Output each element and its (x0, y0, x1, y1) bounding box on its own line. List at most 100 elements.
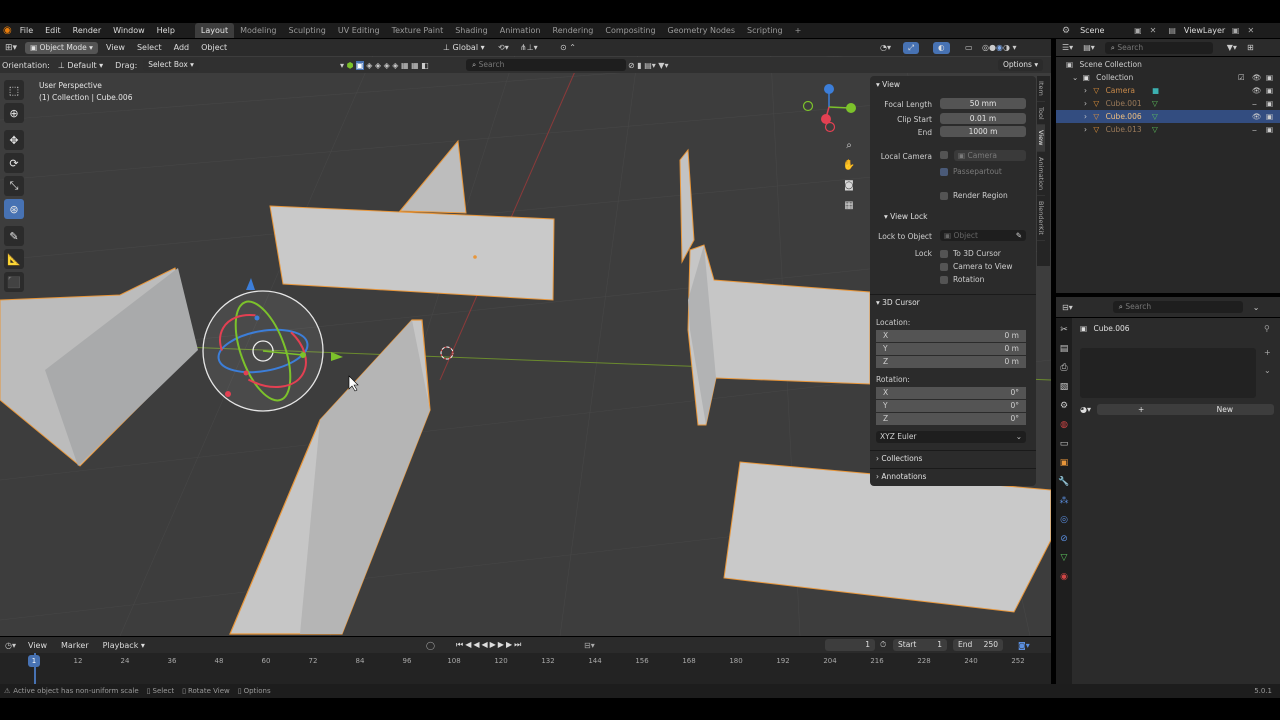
camera-to-view-checkbox[interactable]: Camera to View (940, 262, 1013, 271)
tab-texture-paint[interactable]: Texture Paint (386, 23, 450, 38)
cursor-location-x[interactable]: X 0 m (876, 330, 1026, 342)
material-tab-icon[interactable]: ◉ (1057, 570, 1071, 584)
constraints-tab-icon[interactable]: ⊘ (1057, 532, 1071, 546)
record-icon[interactable]: ◯ (426, 641, 435, 650)
new-material-button[interactable]: + New (1097, 404, 1274, 415)
scale-tool-icon[interactable]: ⤡ (4, 176, 24, 196)
object-tab-icon[interactable]: ▣ (1057, 456, 1071, 470)
select-box-tool-icon[interactable]: ⬚ (4, 80, 24, 100)
local-camera-field[interactable]: ▣ Camera (954, 150, 1026, 161)
view-layer-icon[interactable]: ▤ (1168, 26, 1176, 35)
camera-render-icon[interactable]: ▣ (1266, 123, 1273, 136)
rotation-mode-dropdown[interactable]: XYZ Euler ⌄ (876, 431, 1026, 443)
current-frame-field[interactable]: 1 (825, 639, 875, 651)
cursor-location-z[interactable]: Z 0 m (876, 356, 1026, 368)
options-dropdown[interactable]: Options ▾ (998, 59, 1044, 71)
tab-geometry-nodes[interactable]: Geometry Nodes (662, 23, 741, 38)
cursor-location-y[interactable]: Y 0 m (876, 343, 1026, 355)
outliner-editor-icon[interactable]: ☰▾ (1062, 43, 1073, 52)
filter-icon[interactable]: ▼▾ (1227, 43, 1237, 52)
properties-search-input[interactable]: ⌕ Search (1112, 301, 1243, 313)
blender-logo-icon[interactable]: ◉ (3, 25, 12, 36)
viewport-search-input[interactable]: ⌕ Search (466, 59, 626, 71)
hidden-eye-icon[interactable]: ⌣ (1252, 123, 1257, 136)
chevron-down-icon[interactable]: ⌄ (1253, 303, 1260, 312)
filter-icons[interactable]: ⊘ ▮ ▤▾ ▼▾ (628, 61, 668, 70)
mode-dropdown[interactable]: ▣ Object Mode ▾ (25, 41, 98, 54)
world-tab-icon[interactable]: ◍ (1057, 418, 1071, 432)
eye-icon[interactable]: 👁 (1252, 84, 1262, 97)
add-cube-tool-icon[interactable]: ⬛ (4, 272, 24, 292)
pivot-point-icon[interactable]: ⟲▾ (498, 43, 509, 52)
physics-tab-icon[interactable]: ◎ (1057, 513, 1071, 527)
scene-collection-row[interactable]: ▣ Scene Collection (1056, 58, 1280, 71)
xray-icon[interactable]: ▭ (965, 43, 973, 52)
zoom-icon[interactable]: ⌕ (840, 136, 858, 156)
focal-length-field[interactable]: 50 mm (940, 98, 1026, 109)
view-section-header[interactable]: ▾ View (876, 80, 900, 89)
timeline-menu-view[interactable]: View (28, 641, 47, 650)
orientation-dropdown[interactable]: ⊥ Default ▾ (58, 61, 103, 70)
sync-icon[interactable]: ◙▾ (1018, 641, 1030, 650)
eye-icon[interactable]: 👁 (1252, 71, 1262, 84)
cube-object[interactable] (269, 139, 555, 301)
delete-view-layer-icon[interactable]: ✕ (1247, 26, 1254, 35)
tab-tool[interactable]: Tool (1037, 102, 1045, 126)
properties-editor-icon[interactable]: ⊟▾ (1062, 303, 1073, 312)
clip-end-field[interactable]: 1000 m (940, 126, 1026, 137)
timeline-menu-marker[interactable]: Marker (61, 641, 89, 650)
chevron-down-icon[interactable]: ⌄ (1264, 366, 1271, 375)
render-region-checkbox[interactable]: Render Region (940, 191, 1008, 200)
annotations-section-header[interactable]: › Annotations (876, 472, 926, 481)
lock-to-object-field[interactable]: ▣ Object ✎ (940, 230, 1026, 241)
tab-compositing[interactable]: Compositing (599, 23, 661, 38)
scene-icon[interactable]: ⚙ (1062, 26, 1070, 36)
camera-view-icon[interactable]: ◙ (840, 176, 858, 196)
cursor-rotation-z[interactable]: Z 0° (876, 413, 1026, 425)
eye-icon[interactable]: 👁 (1252, 110, 1262, 123)
viewport-menu-view[interactable]: View (106, 43, 125, 52)
tab-modeling[interactable]: Modeling (234, 23, 282, 38)
tab-sculpting[interactable]: Sculpting (283, 23, 332, 38)
rotate-tool-icon[interactable]: ⟳ (4, 153, 24, 173)
new-scene-icon[interactable]: ▣ (1134, 26, 1142, 35)
perspective-grid-icon[interactable]: ▦ (840, 196, 858, 216)
render-tab-icon[interactable]: ▤ (1057, 342, 1071, 356)
material-browse-icon[interactable]: ◕▾ (1080, 405, 1091, 414)
view-layer-tab-icon[interactable]: ▧ (1057, 380, 1071, 394)
start-frame-field[interactable]: Start 1 (893, 639, 947, 651)
tab-shading[interactable]: Shading (449, 23, 494, 38)
rotate-gizmo[interactable] (202, 278, 343, 412)
lock-rotation-checkbox[interactable]: Rotation (940, 275, 984, 284)
3d-cursor-header[interactable]: ▾ 3D Cursor (876, 298, 920, 307)
outliner-search-input[interactable]: ⌕ Search (1104, 41, 1213, 54)
camera-render-icon[interactable]: ▣ (1266, 71, 1273, 84)
collection-tab-icon[interactable]: ▭ (1057, 437, 1071, 451)
cursor-tool-icon[interactable]: ⊕ (4, 103, 24, 123)
measure-tool-icon[interactable]: 📐 (4, 249, 24, 269)
new-collection-icon[interactable]: ⊞ (1247, 43, 1254, 52)
menu-render[interactable]: Render (67, 23, 107, 38)
playback-controls[interactable]: ⏮◀◀◀▶▶▶⏭ (456, 640, 523, 650)
viewport-menu-add[interactable]: Add (174, 43, 190, 52)
view-lock-header[interactable]: ▾ View Lock (884, 212, 927, 221)
scene-tab-icon[interactable]: ⚙ (1057, 399, 1071, 413)
menu-help[interactable]: Help (151, 23, 181, 38)
tab-uv-editing[interactable]: UV Editing (332, 23, 386, 38)
overlays-toggle-icon[interactable]: ◐ (933, 42, 950, 54)
viewport-menu-object[interactable]: Object (201, 43, 227, 52)
keying-icon[interactable]: ⊟▾ (584, 641, 595, 650)
tab-scripting[interactable]: Scripting (741, 23, 789, 38)
outliner-item-cube-013[interactable]: › ▽ Cube.013 ▽ ⌣ ▣ (1056, 123, 1280, 136)
timeline-menu-playback[interactable]: Playback ▾ (103, 641, 145, 650)
gizmo-toggle-icon[interactable]: ⤢ (903, 42, 919, 54)
shading-modes[interactable]: ◎●◉◑ ▾ (982, 43, 1017, 52)
collections-section-header[interactable]: › Collections (876, 454, 922, 463)
cursor-rotation-y[interactable]: Y 0° (876, 400, 1026, 412)
navigation-gizmo[interactable] (802, 84, 857, 133)
output-tab-icon[interactable]: ⎙ (1057, 361, 1071, 375)
clock-icon[interactable]: ⏱ (880, 640, 886, 650)
camera-render-icon[interactable]: ▣ (1266, 97, 1273, 110)
delete-scene-icon[interactable]: ✕ (1150, 26, 1157, 35)
tab-animation[interactable]: Animation (494, 23, 547, 38)
